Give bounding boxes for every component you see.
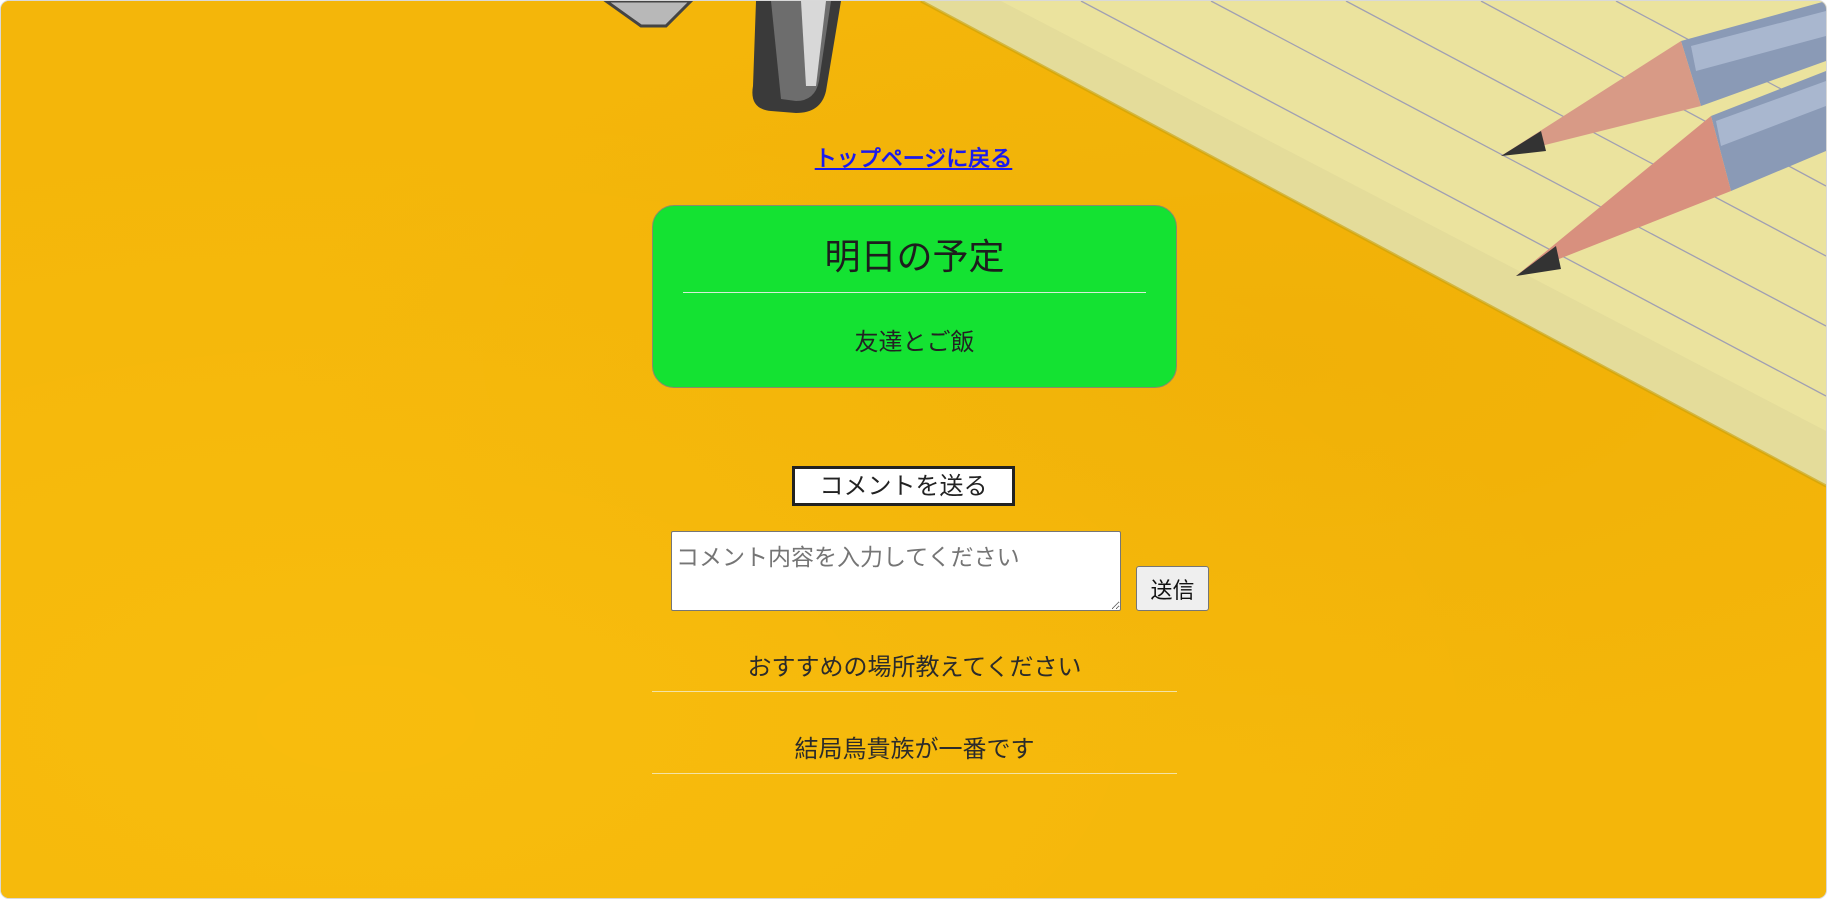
comment-input[interactable] xyxy=(671,531,1121,611)
browser-viewport: トップページに戻る 明日の予定 友達とご飯 コメントを送る 送信 おすすめの場所… xyxy=(1,1,1826,898)
schedule-title: 明日の予定 xyxy=(824,237,1005,278)
comment-item: 結局鳥貴族が一番です xyxy=(794,735,1035,763)
schedule-card: 明日の予定 友達とご飯 xyxy=(652,205,1177,388)
comment-item: おすすめの場所教えてください xyxy=(747,653,1082,681)
comment-form-heading: コメントを送る xyxy=(792,466,1015,506)
schedule-body: 友達とご飯 xyxy=(854,328,975,356)
comment-divider xyxy=(652,691,1177,692)
send-button[interactable]: 送信 xyxy=(1136,566,1209,611)
back-to-top-link[interactable]: トップページに戻る xyxy=(1,141,1826,173)
page-content: トップページに戻る 明日の予定 友達とご飯 コメントを送る 送信 おすすめの場所… xyxy=(1,1,1826,898)
schedule-divider xyxy=(683,292,1146,293)
comment-divider xyxy=(652,773,1177,774)
